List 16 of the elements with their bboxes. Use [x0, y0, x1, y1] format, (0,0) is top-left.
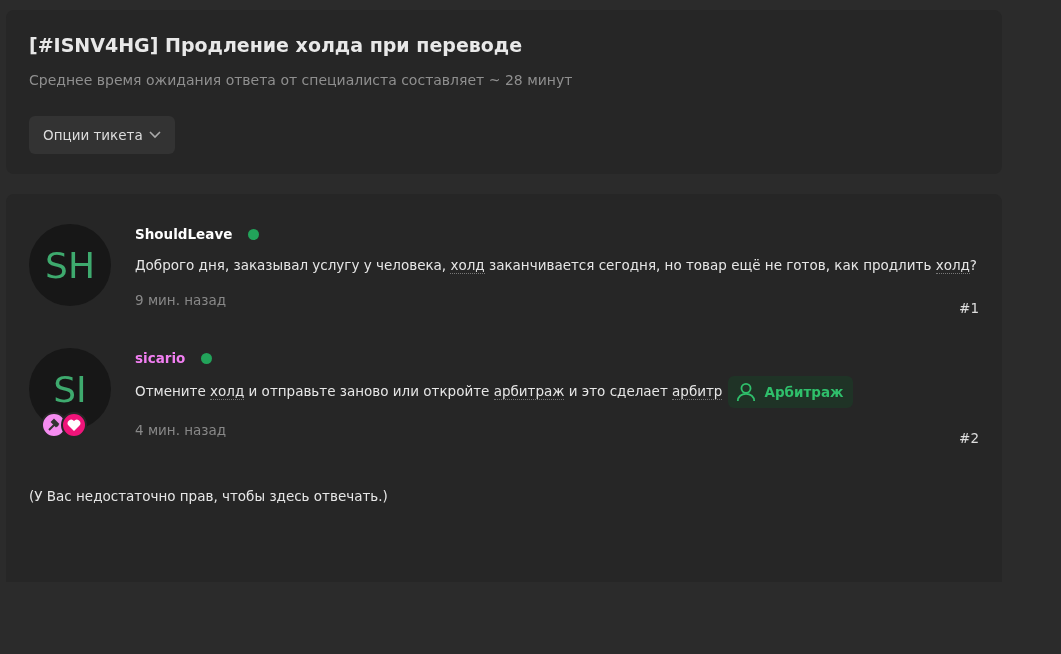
username-link[interactable]: ShouldLeave: [135, 226, 233, 242]
message-number[interactable]: #2: [959, 430, 979, 446]
message-number[interactable]: #1: [959, 300, 979, 316]
wait-time-text: Среднее время ожидания ответа от специалиста составляет ~ 28 минут: [29, 72, 574, 88]
permission-notice: (У Вас недостаточно прав, чтобы здесь отвечать.): [29, 488, 389, 504]
username-link[interactable]: sicario: [135, 350, 186, 366]
ticket-options-button[interactable]: Опции тикета: [29, 116, 175, 154]
user-icon: [736, 382, 757, 402]
message-time: 9 мин. назад: [135, 292, 227, 310]
message-text: Доброго дня, заказывал услугу у человека, холд заканчивается сегодня, но товар ещё не готов, как продлить холд?: [135, 256, 979, 276]
ticket-title: [#ISNV4HG] Продление холда при переводе: [29, 34, 524, 56]
arbitration-tag[interactable]: Арбитраж: [728, 376, 854, 408]
message-text: Отмените холд и отправьте заново или откройте арбитраж и это сделает арбитр Арбитраж: [135, 376, 979, 408]
avatar: SH: [29, 224, 111, 306]
message-time: 4 мин. назад: [135, 422, 227, 440]
chevron-down-icon: [148, 131, 161, 139]
